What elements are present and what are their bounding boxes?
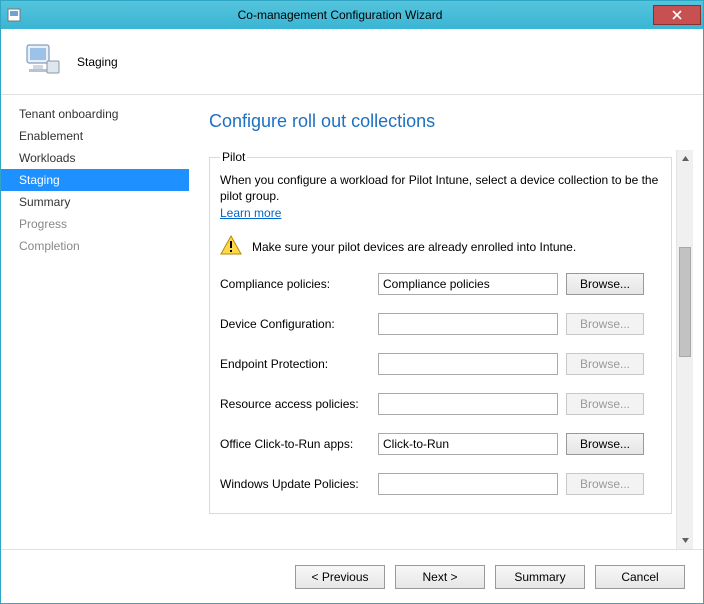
- stage-title: Staging: [77, 55, 118, 69]
- warning-icon: [220, 234, 242, 259]
- scroll-area: Pilot When you configure a workload for …: [209, 150, 693, 549]
- sidebar-item-progress[interactable]: Progress: [1, 213, 189, 235]
- workload-row: Endpoint Protection: Browse...: [220, 353, 661, 375]
- sidebar-item-summary[interactable]: Summary: [1, 191, 189, 213]
- wizard-footer: < Previous Next > Summary Cancel: [1, 549, 703, 603]
- workload-row: Device Configuration: Browse...: [220, 313, 661, 335]
- scroll-track[interactable]: [677, 167, 693, 532]
- warning-text: Make sure your pilot devices are already…: [252, 240, 576, 254]
- scroll-down-arrow[interactable]: [677, 532, 693, 549]
- warning-row: Make sure your pilot devices are already…: [220, 234, 661, 259]
- workload-input[interactable]: [378, 473, 558, 495]
- browse-button: Browse...: [566, 473, 644, 495]
- workload-label: Compliance policies:: [220, 277, 370, 291]
- previous-button[interactable]: < Previous: [295, 565, 385, 589]
- learn-more-link[interactable]: Learn more: [220, 206, 281, 220]
- close-button[interactable]: [653, 5, 701, 25]
- wizard-window: Co-management Configuration Wizard Stagi…: [0, 0, 704, 604]
- workload-row: Office Click-to-Run apps: Browse...: [220, 433, 661, 455]
- close-icon: [672, 10, 682, 20]
- workload-label: Endpoint Protection:: [220, 357, 370, 371]
- workload-input[interactable]: [378, 353, 558, 375]
- next-button[interactable]: Next >: [395, 565, 485, 589]
- sidebar-item-tenant-onboarding[interactable]: Tenant onboarding: [1, 103, 189, 125]
- pilot-legend: Pilot: [220, 150, 247, 164]
- browse-button: Browse...: [566, 393, 644, 415]
- browse-button: Browse...: [566, 313, 644, 335]
- workload-row: Resource access policies: Browse...: [220, 393, 661, 415]
- workload-input[interactable]: [378, 273, 558, 295]
- browse-button[interactable]: Browse...: [566, 273, 644, 295]
- content: Staging Tenant onboardingEnablementWorkl…: [1, 29, 703, 603]
- pilot-group: Pilot When you configure a workload for …: [209, 150, 672, 514]
- workload-label: Office Click-to-Run apps:: [220, 437, 370, 451]
- computer-icon: [21, 39, 63, 84]
- sidebar: Tenant onboardingEnablementWorkloadsStag…: [1, 95, 189, 549]
- workload-label: Device Configuration:: [220, 317, 370, 331]
- pilot-description: When you configure a workload for Pilot …: [220, 172, 661, 204]
- workload-row: Compliance policies: Browse...: [220, 273, 661, 295]
- wizard-header: Staging: [1, 29, 703, 95]
- summary-button[interactable]: Summary: [495, 565, 585, 589]
- workload-label: Windows Update Policies:: [220, 477, 370, 491]
- cancel-button[interactable]: Cancel: [595, 565, 685, 589]
- scroll-content: Pilot When you configure a workload for …: [209, 150, 676, 549]
- sidebar-item-staging[interactable]: Staging: [1, 169, 189, 191]
- workload-input[interactable]: [378, 433, 558, 455]
- scroll-thumb[interactable]: [679, 247, 691, 357]
- vertical-scrollbar[interactable]: [676, 150, 693, 549]
- main-panel: Configure roll out collections Pilot Whe…: [189, 95, 703, 549]
- sidebar-item-enablement[interactable]: Enablement: [1, 125, 189, 147]
- workload-input[interactable]: [378, 393, 558, 415]
- sidebar-item-completion[interactable]: Completion: [1, 235, 189, 257]
- titlebar: Co-management Configuration Wizard: [1, 1, 703, 29]
- app-icon: [1, 8, 27, 22]
- scroll-up-arrow[interactable]: [677, 150, 693, 167]
- workload-row: Windows Update Policies: Browse...: [220, 473, 661, 495]
- workload-label: Resource access policies:: [220, 397, 370, 411]
- sidebar-item-workloads[interactable]: Workloads: [1, 147, 189, 169]
- browse-button[interactable]: Browse...: [566, 433, 644, 455]
- browse-button: Browse...: [566, 353, 644, 375]
- page-heading: Configure roll out collections: [209, 111, 693, 132]
- window-title: Co-management Configuration Wizard: [27, 8, 653, 22]
- wizard-body: Tenant onboardingEnablementWorkloadsStag…: [1, 95, 703, 549]
- workload-input[interactable]: [378, 313, 558, 335]
